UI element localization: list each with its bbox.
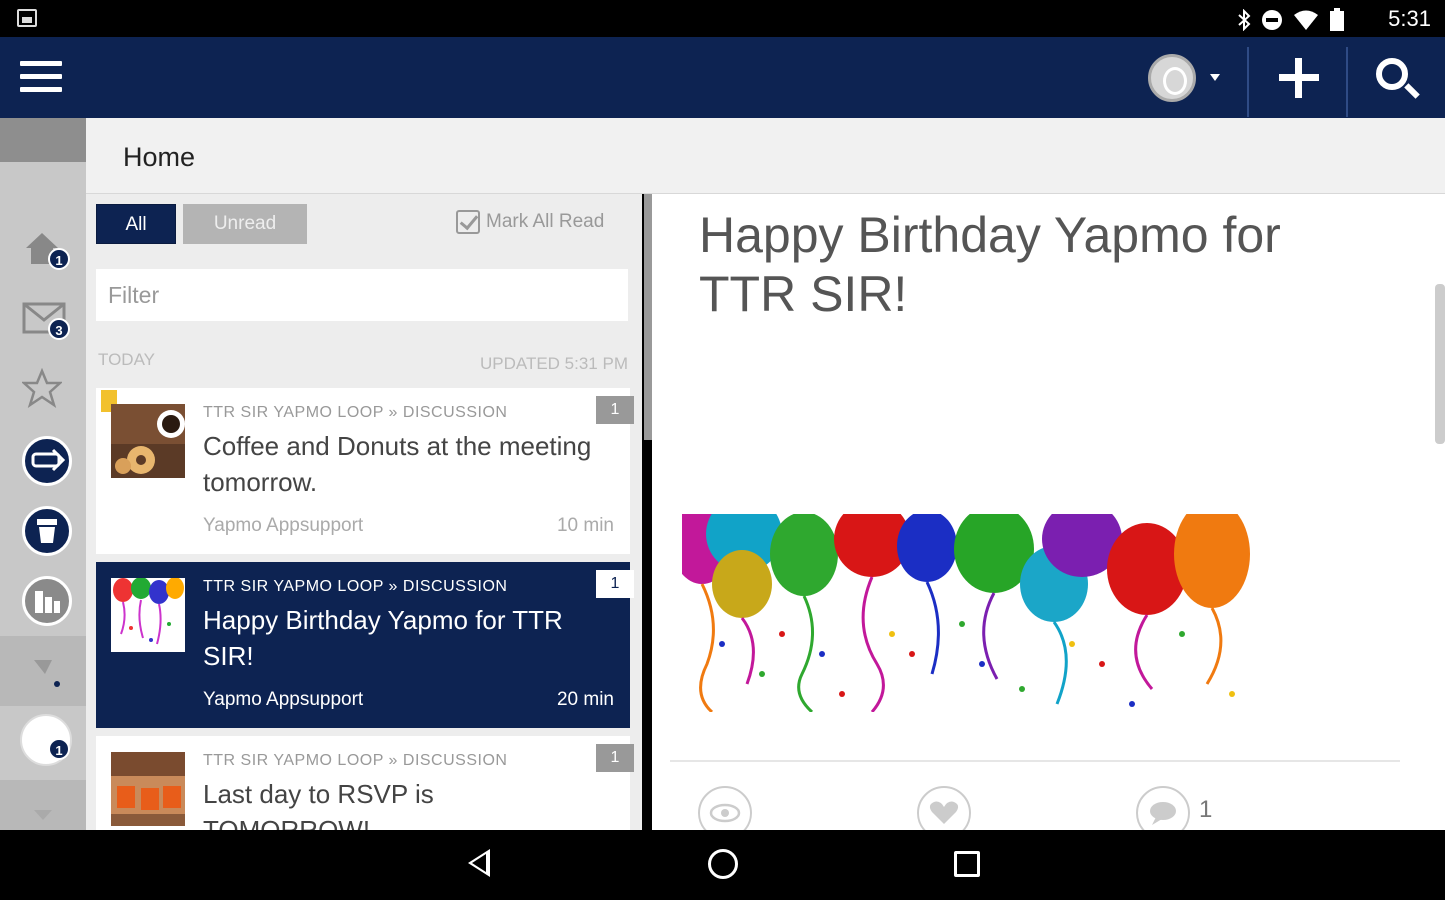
status-time: 5:31 xyxy=(1388,6,1431,31)
system-nav-bar xyxy=(0,830,1445,900)
feed-item[interactable]: TTR SIR YAPMO LOOP » DISCUSSION Last day… xyxy=(96,736,634,830)
heart-icon xyxy=(929,801,959,824)
post-title: Happy Birthday Yapmo for TTR SIR! xyxy=(699,207,1281,322)
bluetooth-icon xyxy=(1238,9,1251,31)
add-icon[interactable] xyxy=(1270,54,1326,106)
birthday-balloons-image xyxy=(682,514,1255,712)
loop-icon xyxy=(22,436,72,486)
comment-count-badge: 1 xyxy=(596,570,634,598)
status-icons xyxy=(1237,8,1345,32)
divider xyxy=(1346,47,1348,117)
views-button[interactable] xyxy=(698,786,752,830)
item-title: Happy Birthday Yapmo for TTR SIR! xyxy=(203,605,563,671)
feed-item-selected[interactable]: TTR SIR YAPMO LOOP » DISCUSSION Happy Bi… xyxy=(96,562,634,728)
battery-icon xyxy=(1330,8,1344,31)
comment-count: 1 xyxy=(1199,796,1213,823)
chevron-down-icon xyxy=(1210,74,1220,81)
rail-loop-avatar[interactable]: 1 xyxy=(20,714,72,766)
comment-count-badge: 1 xyxy=(596,396,634,424)
content-scrollbar[interactable] xyxy=(1435,284,1445,444)
filter-all-button[interactable]: All xyxy=(96,204,176,244)
section-label: TODAY xyxy=(98,350,155,369)
like-button[interactable] xyxy=(917,786,971,830)
status-bar: 5:31 xyxy=(0,0,1445,37)
comment-count-badge: 1 xyxy=(596,744,634,772)
item-title: Coffee and Donuts at the meeting tomorro… xyxy=(203,431,592,497)
photo-icon xyxy=(17,9,37,27)
loop-avatar-badge: 1 xyxy=(48,738,70,760)
comment-button[interactable] xyxy=(1136,786,1190,830)
item-time: 20 min xyxy=(556,689,614,710)
eye-icon xyxy=(709,803,741,823)
recents-icon[interactable] xyxy=(954,851,980,877)
mail-badge: 3 xyxy=(48,318,70,340)
item-title: Last day to RSVP is TOMORROW! xyxy=(203,779,434,830)
divider xyxy=(1247,47,1249,117)
rail-home[interactable]: 1 xyxy=(22,228,72,278)
do-not-disturb-icon xyxy=(1262,10,1282,30)
menu-icon[interactable] xyxy=(20,61,62,97)
home-circle-icon[interactable] xyxy=(708,849,738,879)
rail-starred[interactable] xyxy=(20,367,72,418)
star-icon xyxy=(20,367,64,408)
list-scrollbar[interactable] xyxy=(644,194,652,440)
chevron-down-icon xyxy=(34,810,52,820)
rail-filter-section[interactable] xyxy=(0,636,86,706)
rail-header xyxy=(0,118,86,162)
item-category: TTR SIR YAPMO LOOP » DISCUSSION xyxy=(203,404,508,421)
checkbox-icon xyxy=(456,210,480,234)
balloons-thumbnail xyxy=(111,578,185,652)
item-author: Yapmo Appsupport xyxy=(203,515,364,536)
comment-icon xyxy=(1150,802,1176,825)
feed-list-pane: All Unread Mark All Read TODAY UPDATED 5… xyxy=(86,194,642,830)
home-badge: 1 xyxy=(48,248,70,270)
search-icon[interactable] xyxy=(1372,54,1424,106)
item-author: Yapmo Appsupport xyxy=(203,689,364,710)
divider xyxy=(670,760,1400,762)
rail-coffee[interactable] xyxy=(22,506,72,556)
mark-all-read-button[interactable]: Mark All Read xyxy=(456,210,604,234)
post-detail-pane: Happy Birthday Yapmo for TTR SIR! 1 xyxy=(652,194,1445,830)
filter-unread-button[interactable]: Unread xyxy=(183,204,307,244)
building-icon xyxy=(22,576,72,626)
rail-building[interactable] xyxy=(22,576,72,626)
filter-input[interactable] xyxy=(96,269,628,321)
avatar-icon xyxy=(1148,54,1196,102)
left-rail: 1 3 1 xyxy=(0,118,86,830)
wifi-icon xyxy=(1294,10,1318,30)
rail-mail[interactable]: 3 xyxy=(22,300,72,350)
filter-icon xyxy=(34,660,60,687)
coffee-donut-thumbnail xyxy=(111,404,185,478)
app-bar xyxy=(0,37,1445,118)
rail-loop[interactable] xyxy=(22,436,72,486)
account-switcher-button[interactable] xyxy=(1148,54,1224,102)
mark-all-read-label: Mark All Read xyxy=(486,211,605,232)
item-time: 10 min xyxy=(556,515,614,536)
item-category: TTR SIR YAPMO LOOP » DISCUSSION xyxy=(203,578,508,595)
updated-label: UPDATED 5:31 PM xyxy=(479,354,628,373)
page-header: Home xyxy=(86,118,1445,194)
restaurant-thumbnail xyxy=(111,752,185,826)
coffee-icon xyxy=(22,506,72,556)
item-category: TTR SIR YAPMO LOOP » DISCUSSION xyxy=(203,752,508,769)
rail-more-section[interactable] xyxy=(0,780,86,830)
page-title: Home xyxy=(123,142,196,172)
back-icon[interactable] xyxy=(468,849,490,877)
feed-item[interactable]: TTR SIR YAPMO LOOP » DISCUSSION Coffee a… xyxy=(96,388,634,554)
